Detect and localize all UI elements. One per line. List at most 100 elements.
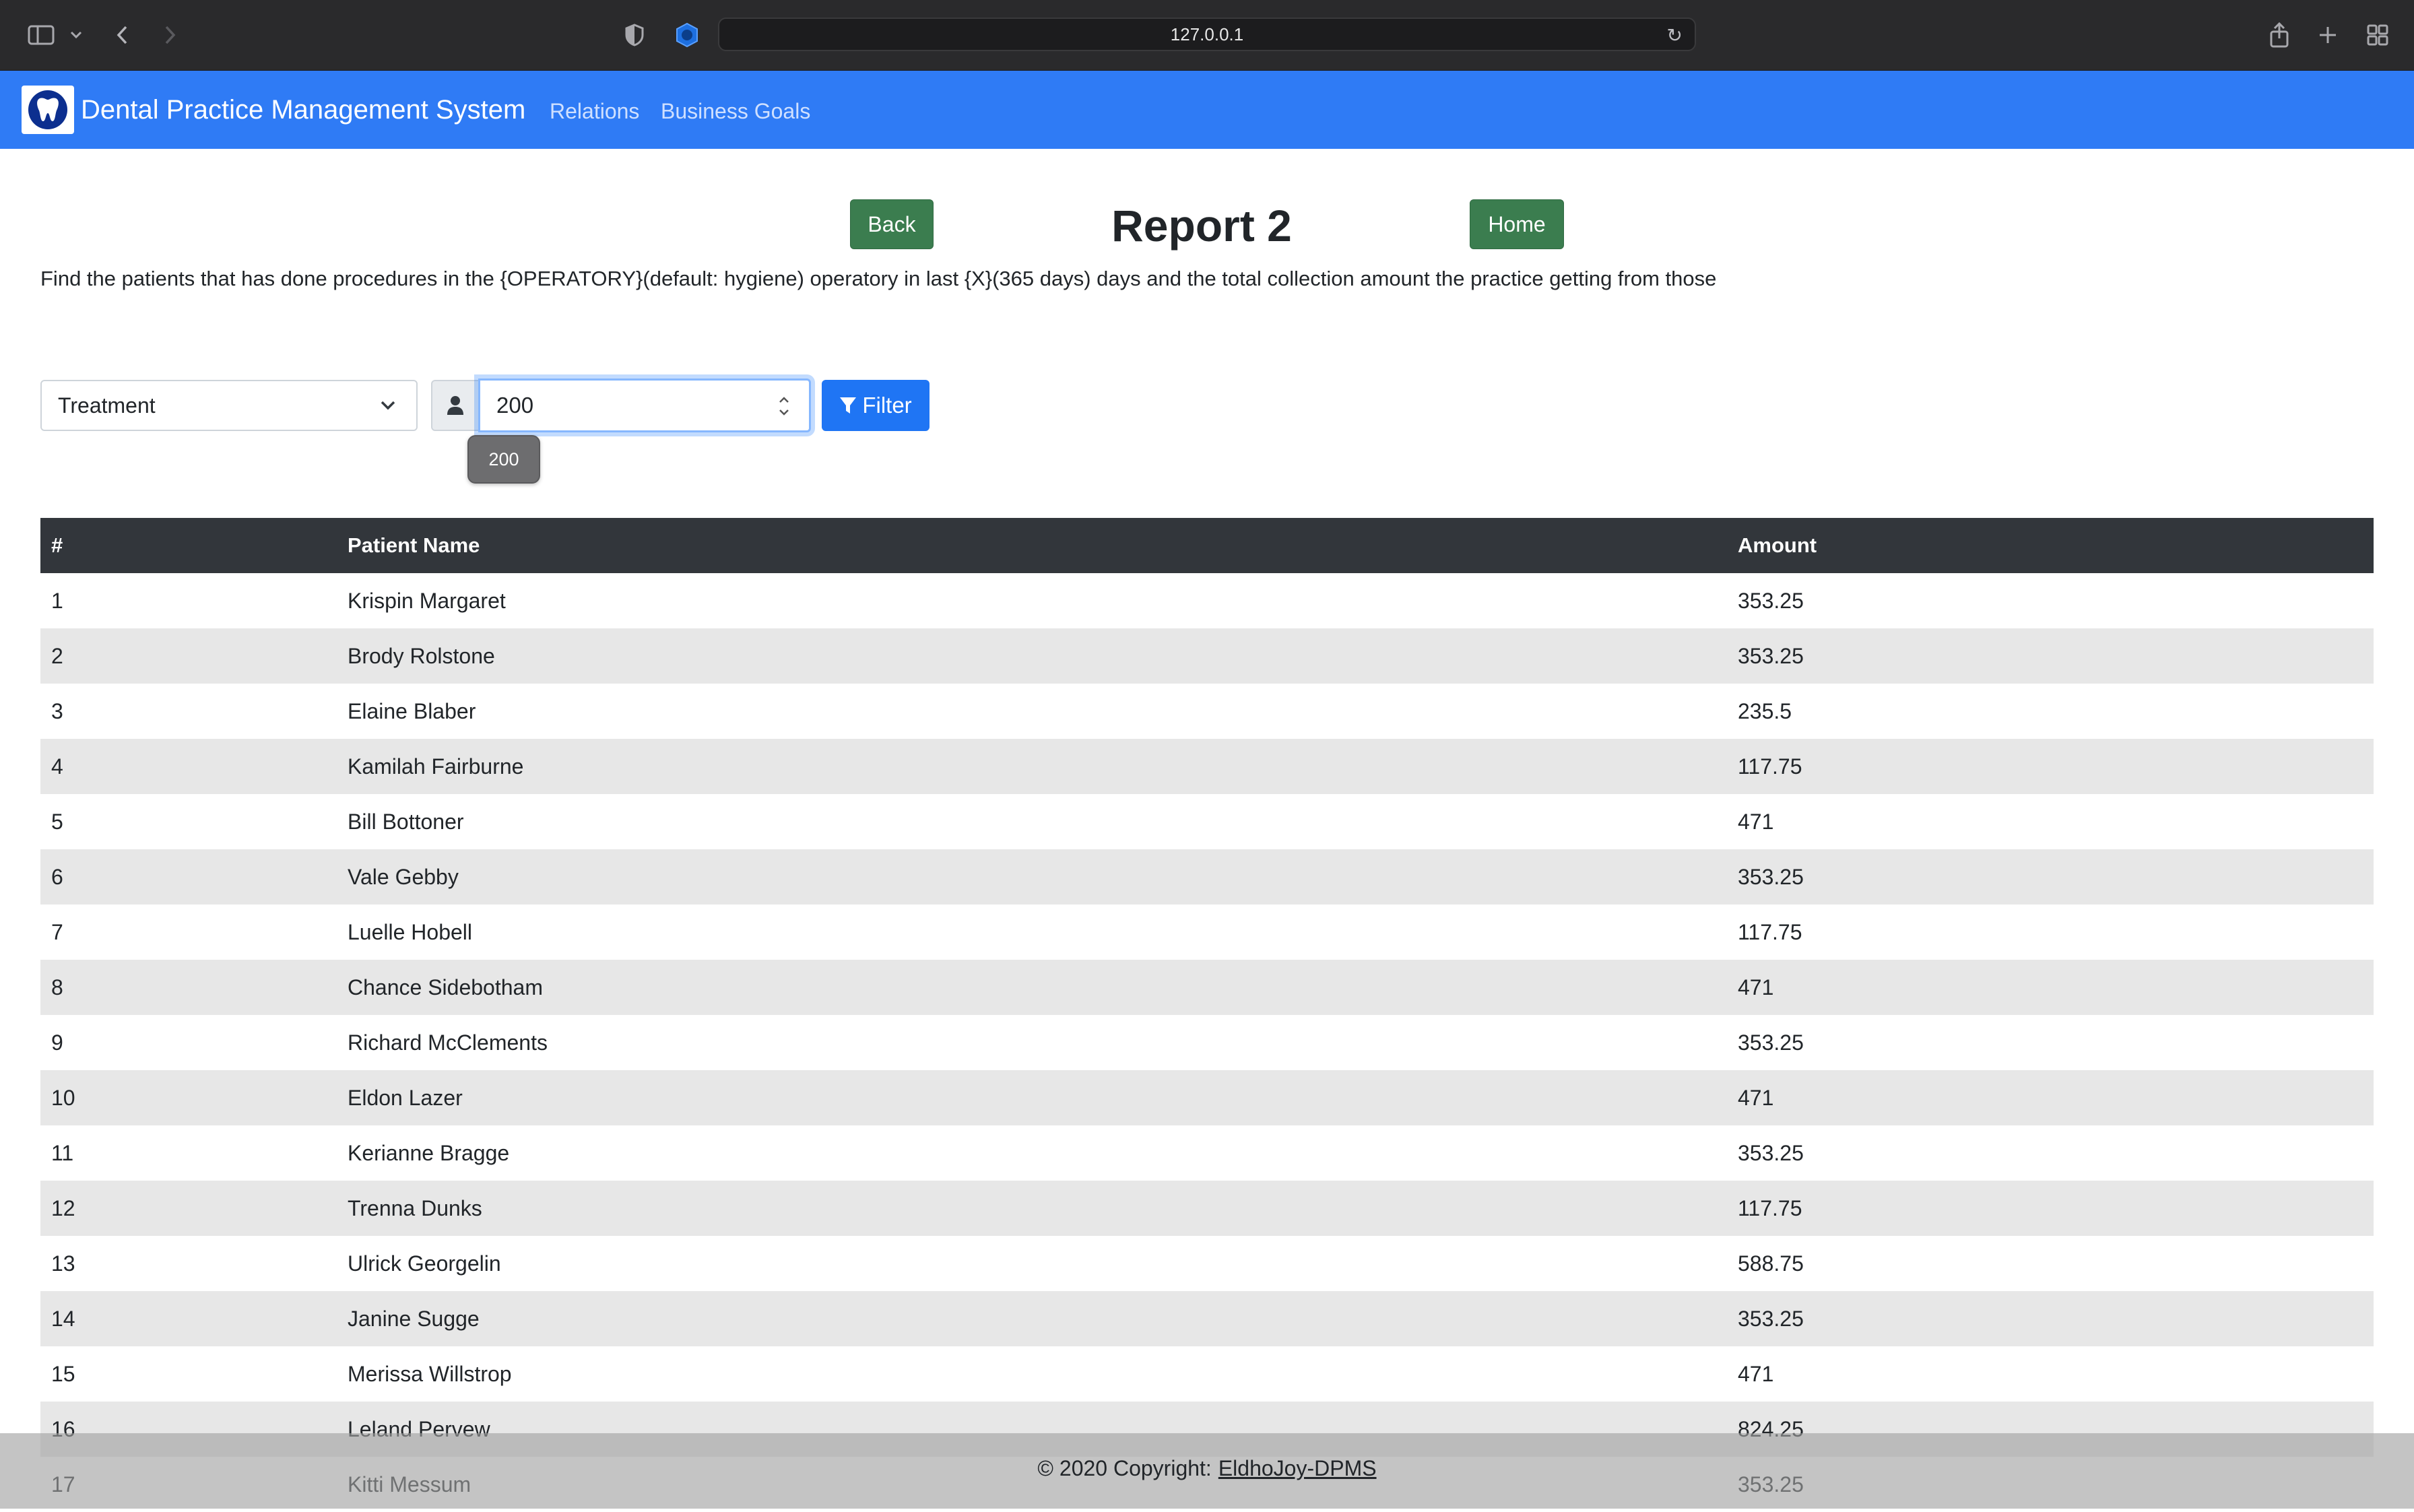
funnel-icon bbox=[840, 397, 857, 414]
table-header: # Patient Name Amount bbox=[40, 518, 2374, 573]
chevron-down-icon[interactable] bbox=[66, 19, 86, 51]
cell-patient-name: Brody Rolstone bbox=[348, 643, 495, 668]
url-text: 127.0.0.1 bbox=[1170, 24, 1244, 44]
days-input-value: 200 bbox=[496, 393, 534, 418]
cell-number: 12 bbox=[51, 1195, 75, 1220]
cell-number: 11 bbox=[51, 1140, 74, 1165]
cell-number: 13 bbox=[51, 1251, 75, 1276]
cell-number: 9 bbox=[51, 1030, 63, 1055]
page-title: Report 2 bbox=[1111, 201, 1292, 251]
table-row: 13 Ulrick Georgelin 588.75 bbox=[40, 1236, 2374, 1291]
home-button[interactable]: Home bbox=[1470, 199, 1564, 249]
input-tooltip: 200 bbox=[467, 435, 540, 484]
chevron-down-icon bbox=[381, 401, 395, 410]
filter-button[interactable]: Filter bbox=[822, 380, 929, 431]
table-row: 14 Janine Sugge 353.25 bbox=[40, 1291, 2374, 1346]
app-navbar: Dental Practice Management System Relati… bbox=[0, 71, 2414, 149]
copyright-text: © 2020 Copyright: bbox=[1037, 1456, 1212, 1480]
cell-patient-name: Trenna Dunks bbox=[348, 1195, 482, 1220]
cell-number: 6 bbox=[51, 864, 63, 889]
select-value: Treatment bbox=[58, 393, 156, 418]
table-row: 3 Elaine Blaber 235.5 bbox=[40, 684, 2374, 739]
reload-icon[interactable]: ↻ bbox=[1667, 24, 1683, 46]
cell-amount: 235.5 bbox=[1738, 698, 1792, 723]
cell-amount: 353.25 bbox=[1738, 643, 1804, 668]
table-row: 5 Bill Bottoner 471 bbox=[40, 794, 2374, 849]
cell-amount: 471 bbox=[1738, 1361, 1774, 1386]
cell-patient-name: Krispin Margaret bbox=[348, 588, 506, 613]
cell-number: 5 bbox=[51, 809, 63, 834]
cell-amount: 353.25 bbox=[1738, 1030, 1804, 1055]
share-icon[interactable] bbox=[2266, 19, 2293, 51]
cell-amount: 588.75 bbox=[1738, 1251, 1804, 1276]
report-table: # Patient Name Amount 1 Krispin Margaret 3… bbox=[40, 518, 2374, 1512]
stepper-arrows-icon[interactable] bbox=[777, 393, 791, 420]
chevron-right-icon[interactable] bbox=[156, 19, 183, 51]
grid-icon[interactable] bbox=[2363, 19, 2392, 51]
chevron-left-icon[interactable] bbox=[109, 19, 136, 51]
cell-amount: 353.25 bbox=[1738, 1306, 1804, 1331]
back-button[interactable]: Back bbox=[850, 199, 934, 249]
tooth-icon[interactable] bbox=[22, 86, 74, 134]
header-number: # bbox=[51, 533, 63, 557]
table-row: 15 Merissa Willstrop 471 bbox=[40, 1346, 2374, 1402]
cell-number: 3 bbox=[51, 698, 63, 723]
extension-icon[interactable] bbox=[672, 19, 702, 51]
cell-amount: 353.25 bbox=[1738, 588, 1804, 613]
cell-number: 8 bbox=[51, 975, 63, 999]
table-body: 1 Krispin Margaret 353.25 2 Brody Rolstone 35… bbox=[40, 573, 2374, 1512]
table-row: 7 Luelle Hobell 117.75 bbox=[40, 905, 2374, 960]
nav-link-business-goals[interactable]: Business Goals bbox=[661, 96, 810, 126]
table-row: 12 Trenna Dunks 117.75 bbox=[40, 1181, 2374, 1236]
footer: © 2020 Copyright: EldhoJoy-DPMS bbox=[0, 1433, 2414, 1509]
cell-number: 14 bbox=[51, 1306, 75, 1331]
cell-patient-name: Janine Sugge bbox=[348, 1306, 480, 1331]
cell-number: 2 bbox=[51, 643, 63, 668]
table-row: 8 Chance Sidebotham 471 bbox=[40, 960, 2374, 1015]
header-amount: Amount bbox=[1738, 533, 1817, 557]
days-input[interactable]: 200 bbox=[478, 379, 811, 432]
privacy-shield-icon[interactable] bbox=[621, 19, 648, 51]
cell-amount: 117.75 bbox=[1738, 1195, 1802, 1220]
header-patient-name: Patient Name bbox=[348, 533, 480, 557]
cell-amount: 117.75 bbox=[1738, 754, 1802, 779]
cell-patient-name: Merissa Willstrop bbox=[348, 1361, 512, 1386]
cell-number: 10 bbox=[51, 1085, 75, 1110]
cell-amount: 471 bbox=[1738, 1085, 1774, 1110]
table-row: 1 Krispin Margaret 353.25 bbox=[40, 573, 2374, 628]
cell-amount: 471 bbox=[1738, 809, 1774, 834]
cell-number: 7 bbox=[51, 919, 63, 944]
cell-patient-name: Vale Gebby bbox=[348, 864, 459, 889]
brand-title[interactable]: Dental Practice Management System bbox=[81, 91, 525, 129]
cell-patient-name: Richard McClements bbox=[348, 1030, 548, 1055]
filter-button-label: Filter bbox=[862, 393, 912, 418]
cell-amount: 353.25 bbox=[1738, 864, 1804, 889]
cell-amount: 353.25 bbox=[1738, 1140, 1804, 1165]
cell-amount: 471 bbox=[1738, 975, 1774, 999]
cell-patient-name: Chance Sidebotham bbox=[348, 975, 543, 999]
cell-number: 1 bbox=[51, 588, 63, 613]
operatory-select[interactable]: Treatment bbox=[40, 380, 418, 431]
cell-patient-name: Ulrick Georgelin bbox=[348, 1251, 501, 1276]
browser-toolbar: 127.0.0.1 ↻ bbox=[0, 0, 2414, 71]
table-row: 10 Eldon Lazer 471 bbox=[40, 1070, 2374, 1125]
user-icon bbox=[431, 380, 480, 431]
table-row: 11 Kerianne Bragge 353.25 bbox=[40, 1125, 2374, 1181]
footer-link[interactable]: EldhoJoy-DPMS bbox=[1218, 1456, 1377, 1481]
table-row: 2 Brody Rolstone 353.25 bbox=[40, 628, 2374, 684]
cell-number: 4 bbox=[51, 754, 63, 779]
cell-patient-name: Bill Bottoner bbox=[348, 809, 464, 834]
cell-patient-name: Eldon Lazer bbox=[348, 1085, 463, 1110]
address-bar[interactable]: 127.0.0.1 ↻ bbox=[718, 18, 1696, 51]
cell-patient-name: Elaine Blaber bbox=[348, 698, 476, 723]
plus-icon[interactable] bbox=[2314, 19, 2341, 51]
cell-patient-name: Kamilah Fairburne bbox=[348, 754, 524, 779]
cell-amount: 117.75 bbox=[1738, 919, 1802, 944]
cell-number: 15 bbox=[51, 1361, 75, 1386]
sidebar-icon[interactable] bbox=[24, 19, 58, 51]
table-row: 4 Kamilah Fairburne 117.75 bbox=[40, 739, 2374, 794]
table-row: 9 Richard McClements 353.25 bbox=[40, 1015, 2374, 1070]
table-row: 6 Vale Gebby 353.25 bbox=[40, 849, 2374, 905]
report-description: Find the patients that has done procedur… bbox=[40, 267, 1717, 290]
nav-link-relations[interactable]: Relations bbox=[550, 96, 639, 126]
